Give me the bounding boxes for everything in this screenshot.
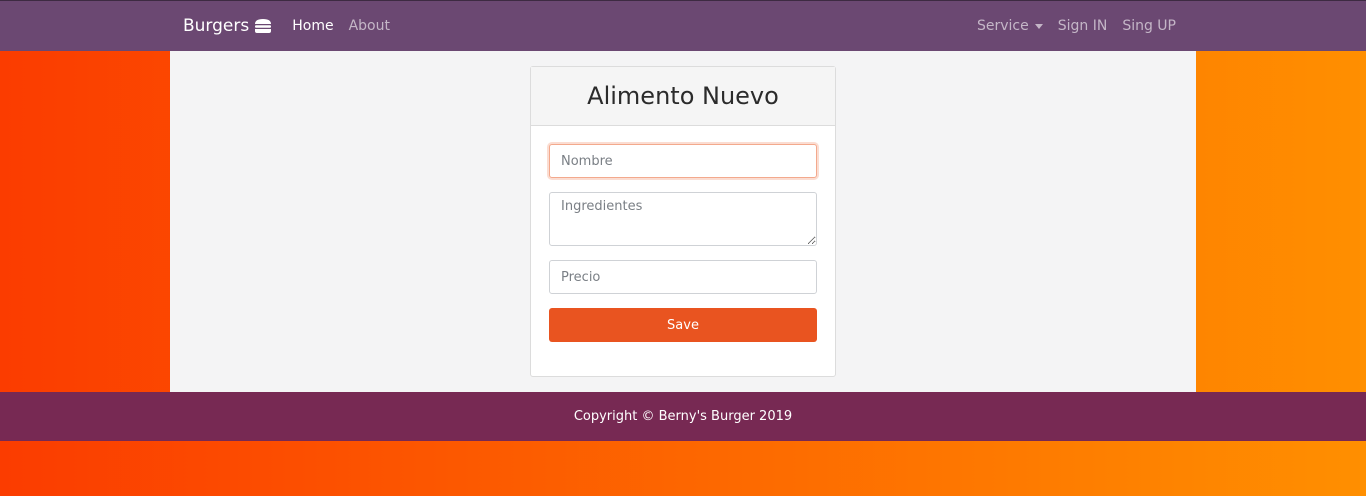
precio-input[interactable] [549,260,817,294]
card-title: Alimento Nuevo [531,67,835,126]
save-button[interactable]: Save [549,308,817,342]
sign-up-link[interactable]: Sing UP [1122,18,1176,34]
nav-about-link[interactable]: About [349,18,390,34]
main-content: Alimento Nuevo Save [170,51,1196,392]
card-body: Save [531,126,835,360]
navbar-inner: Burgers Home About Service Sign IN Sing … [183,1,1176,51]
footer: Copyright © Berny's Burger 2019 [0,392,1366,441]
new-food-card: Alimento Nuevo Save [530,66,836,377]
sign-in-link[interactable]: Sign IN [1058,18,1108,34]
navbar: Burgers Home About Service Sign IN Sing … [0,0,1366,51]
ingredientes-textarea[interactable] [549,192,817,246]
service-label: Service [976,18,1029,34]
service-dropdown[interactable]: Service [977,18,1043,34]
hamburger-icon [254,18,272,34]
nombre-input[interactable] [549,144,817,178]
nav-home-link[interactable]: Home [292,18,333,34]
brand-text: Burgers [183,16,250,36]
copyright-text: Copyright © Berny's Burger 2019 [573,409,793,424]
chevron-down-icon [1034,23,1043,29]
navbar-right: Service Sign IN Sing UP [962,18,1176,34]
brand-link[interactable]: Burgers [183,16,272,36]
